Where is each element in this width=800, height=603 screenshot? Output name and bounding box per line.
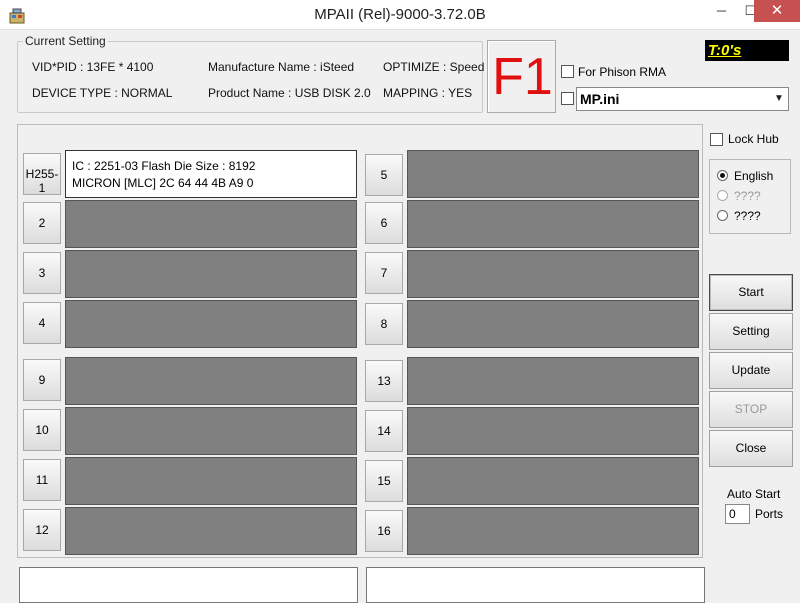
- port-button-label: 16: [377, 524, 391, 538]
- port-button-label: 7: [380, 266, 388, 280]
- port-button-label: 6: [380, 216, 388, 230]
- close-window-button[interactable]: ✕: [754, 0, 800, 22]
- port-button-label: 11: [35, 473, 49, 487]
- f1-indicator: F1: [487, 40, 556, 113]
- vid-pid-text: VID*PID : 13FE * 4100: [32, 60, 154, 74]
- port-button-label: 10: [35, 423, 49, 437]
- port-button-label: 14: [377, 424, 391, 438]
- timer-display: T:0's: [705, 40, 789, 61]
- port-button-label: 3: [38, 266, 46, 280]
- message-box-right: [366, 567, 705, 603]
- port-button-label: 5: [380, 168, 388, 182]
- port-button-14[interactable]: 14: [365, 410, 403, 452]
- language-label-3: ????: [734, 209, 761, 223]
- port-button-15[interactable]: 15: [365, 460, 403, 502]
- port-slot-10: [65, 407, 357, 455]
- port-slot-15: [407, 457, 699, 505]
- chevron-down-icon[interactable]: ▼: [771, 89, 787, 109]
- port-slot-5: [407, 150, 699, 198]
- port-button-4[interactable]: 4: [23, 302, 61, 344]
- port-button-3[interactable]: 3: [23, 252, 61, 294]
- port-slot-1: IC : 2251-03 Flash Die Size : 8192 MICRO…: [65, 150, 357, 198]
- product-name-text: Product Name : USB DISK 2.0: [208, 86, 371, 100]
- manufacture-name-text: Manufacture Name : iSteed: [208, 60, 355, 74]
- port-button-label: 9: [38, 373, 46, 387]
- port-button-label: 2: [38, 216, 46, 230]
- device-type-text: DEVICE TYPE : NORMAL: [32, 86, 173, 100]
- lock-hub-label: Lock Hub: [728, 132, 779, 146]
- for-phison-rma-checkbox[interactable]: [561, 65, 574, 78]
- port-button-10[interactable]: 10: [23, 409, 61, 451]
- port-slot-13: [407, 357, 699, 405]
- port-button-label: 8: [380, 317, 388, 331]
- port-button-label: 4: [38, 316, 46, 330]
- port-button-label: H255-1: [25, 167, 59, 195]
- ini-select[interactable]: MP.ini ▼: [576, 87, 789, 111]
- port-button-13[interactable]: 13: [365, 360, 403, 402]
- close-button[interactable]: Close: [709, 430, 793, 467]
- port-button-6[interactable]: 6: [365, 202, 403, 244]
- current-setting-legend: Current Setting: [25, 34, 106, 48]
- port-slot-6: [407, 200, 699, 248]
- port-slot-line1: IC : 2251-03 Flash Die Size : 8192: [72, 159, 256, 173]
- port-button-1[interactable]: H255-1: [23, 153, 61, 195]
- port-slot-16: [407, 507, 699, 555]
- port-slot-9: [65, 357, 357, 405]
- port-button-2[interactable]: 2: [23, 202, 61, 244]
- auto-start-ports-label: Ports: [755, 507, 784, 521]
- port-button-11[interactable]: 11: [23, 459, 61, 501]
- port-slot-8: [407, 300, 699, 348]
- port-slot-4: [65, 300, 357, 348]
- update-button[interactable]: Update: [709, 352, 793, 389]
- stop-button: STOP: [709, 391, 793, 428]
- lock-hub-checkbox[interactable]: [710, 133, 723, 146]
- language-radio-2: [717, 190, 728, 201]
- language-label-english: English: [734, 169, 774, 183]
- language-radio-english[interactable]: [717, 170, 728, 181]
- language-radio-3[interactable]: [717, 210, 728, 221]
- auto-start-label: Auto Start: [727, 487, 781, 501]
- port-button-8[interactable]: 8: [365, 303, 403, 345]
- client-area: Current Setting VID*PID : 13FE * 4100 DE…: [0, 30, 800, 603]
- port-button-12[interactable]: 12: [23, 509, 61, 551]
- port-slot-12: [65, 507, 357, 555]
- auto-start-ports-input[interactable]: 0: [725, 504, 750, 524]
- port-button-5[interactable]: 5: [365, 154, 403, 196]
- title-bar: MPAII (Rel)-9000-3.72.0B ─ ☐ ✕: [0, 0, 800, 30]
- ini-select-value: MP.ini: [580, 91, 620, 107]
- port-slot-11: [65, 457, 357, 505]
- language-label-2: ????: [734, 189, 761, 203]
- window-title: MPAII (Rel)-9000-3.72.0B: [314, 6, 486, 23]
- port-slot-line2: MICRON [MLC] 2C 64 44 4B A9 0: [72, 176, 254, 190]
- start-button[interactable]: Start: [709, 274, 793, 311]
- port-slot-3: [65, 250, 357, 298]
- port-button-label: 13: [377, 374, 391, 388]
- port-button-16[interactable]: 16: [365, 510, 403, 552]
- port-slot-14: [407, 407, 699, 455]
- mapping-text: MAPPING : YES: [383, 86, 473, 100]
- port-button-label: 15: [377, 474, 391, 488]
- port-button-label: 12: [35, 523, 49, 537]
- f1-label: F1: [492, 48, 553, 106]
- port-button-9[interactable]: 9: [23, 359, 61, 401]
- port-slot-7: [407, 250, 699, 298]
- setting-button[interactable]: Setting: [709, 313, 793, 350]
- ini-checkbox[interactable]: [561, 92, 574, 105]
- minimize-button[interactable]: ─: [707, 0, 736, 22]
- message-box-left: [19, 567, 358, 603]
- port-button-7[interactable]: 7: [365, 252, 403, 294]
- port-slot-2: [65, 200, 357, 248]
- optimize-text: OPTIMIZE : Speed: [383, 60, 485, 74]
- for-phison-rma-label: For Phison RMA: [578, 65, 667, 79]
